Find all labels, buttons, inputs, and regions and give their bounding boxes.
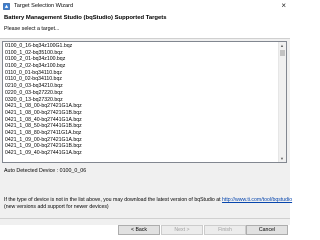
page-title: Battery Management Studio (bqStudio) Sup… bbox=[4, 15, 167, 21]
title-bar: Target Selection Wizard × bbox=[0, 0, 290, 13]
wizard-app-icon bbox=[3, 3, 10, 10]
list-item[interactable]: 0421_1_08_00-bq27421G1A.bqz bbox=[3, 103, 279, 110]
list-item[interactable]: 0421_1_09_00-bq27421G1B.bqz bbox=[3, 143, 279, 150]
download-info-note: (new versions add support for newer devi… bbox=[4, 204, 109, 210]
scroll-up-icon[interactable]: ▲ bbox=[280, 43, 284, 48]
list-item[interactable]: 0100_2_02-bq34z100.bqz bbox=[3, 63, 279, 70]
list-item[interactable]: 0421_1_09_40-bq27441G1A.bqz bbox=[3, 150, 279, 157]
bqstudio-download-link[interactable]: http://www.ti.com/tool/bqstudio bbox=[222, 197, 292, 203]
next-button[interactable]: Next > bbox=[161, 225, 203, 235]
list-item[interactable]: 0421_1_08_40-bq27441G1A.bqz bbox=[3, 117, 279, 124]
window-title: Target Selection Wizard bbox=[14, 3, 74, 9]
cancel-button[interactable]: Cancel bbox=[246, 225, 288, 235]
finish-button[interactable]: Finish bbox=[204, 225, 246, 235]
list-item[interactable]: 0210_0_03-bq34210.bqz bbox=[3, 83, 279, 90]
list-item[interactable]: 0421_1_08_80-bq27411G1A.bqz bbox=[3, 130, 279, 137]
list-item[interactable]: 0421_1_08_00-bq27421G1B.bqz bbox=[3, 110, 279, 117]
back-button[interactable]: < Back bbox=[118, 225, 160, 235]
list-item[interactable]: 0220_0_03-bq27220.bqz bbox=[3, 90, 279, 97]
scroll-down-icon[interactable]: ▼ bbox=[280, 156, 284, 161]
list-scrollbar[interactable]: ▲ ▼ bbox=[278, 42, 286, 162]
list-item[interactable]: 0320_0_13-bq27320.bqz bbox=[3, 97, 279, 104]
scroll-thumb[interactable] bbox=[280, 50, 285, 56]
download-info: If the type of device is not in the list… bbox=[4, 197, 292, 211]
list-item[interactable]: 0421_1_09_00-bq27421G1A.bqz bbox=[3, 137, 279, 144]
wizard-header: Battery Management Studio (bqStudio) Sup… bbox=[0, 13, 290, 37]
list-item[interactable]: 0100_0_16-bq34z100G1.bqz bbox=[3, 43, 279, 50]
list-item[interactable]: 0100_2_01-bq34z100.bqz bbox=[3, 56, 279, 63]
download-info-text: If the type of device is not in the list… bbox=[4, 197, 223, 203]
list-item[interactable]: 0100_1_02-bq35100.bqz bbox=[3, 50, 279, 57]
list-item[interactable]: 0110_0_02-bq34110.bqz bbox=[3, 76, 279, 83]
auto-detected-device: Auto Detected Device : 0100_0_06 bbox=[4, 168, 87, 174]
target-list: 0100_0_16-bq34z100G1.bqz 0100_1_02-bq351… bbox=[3, 43, 279, 157]
target-listbox[interactable]: 0100_0_16-bq34z100G1.bqz 0100_1_02-bq351… bbox=[2, 41, 287, 163]
close-icon[interactable]: × bbox=[281, 1, 286, 11]
page-subtitle: Please select a target... bbox=[4, 26, 60, 32]
footer-divider bbox=[0, 218, 290, 219]
list-item[interactable]: 0421_1_08_50-bq27441G1B.bqz bbox=[3, 123, 279, 130]
list-item[interactable]: 0110_0_01-bq34110.bqz bbox=[3, 70, 279, 77]
